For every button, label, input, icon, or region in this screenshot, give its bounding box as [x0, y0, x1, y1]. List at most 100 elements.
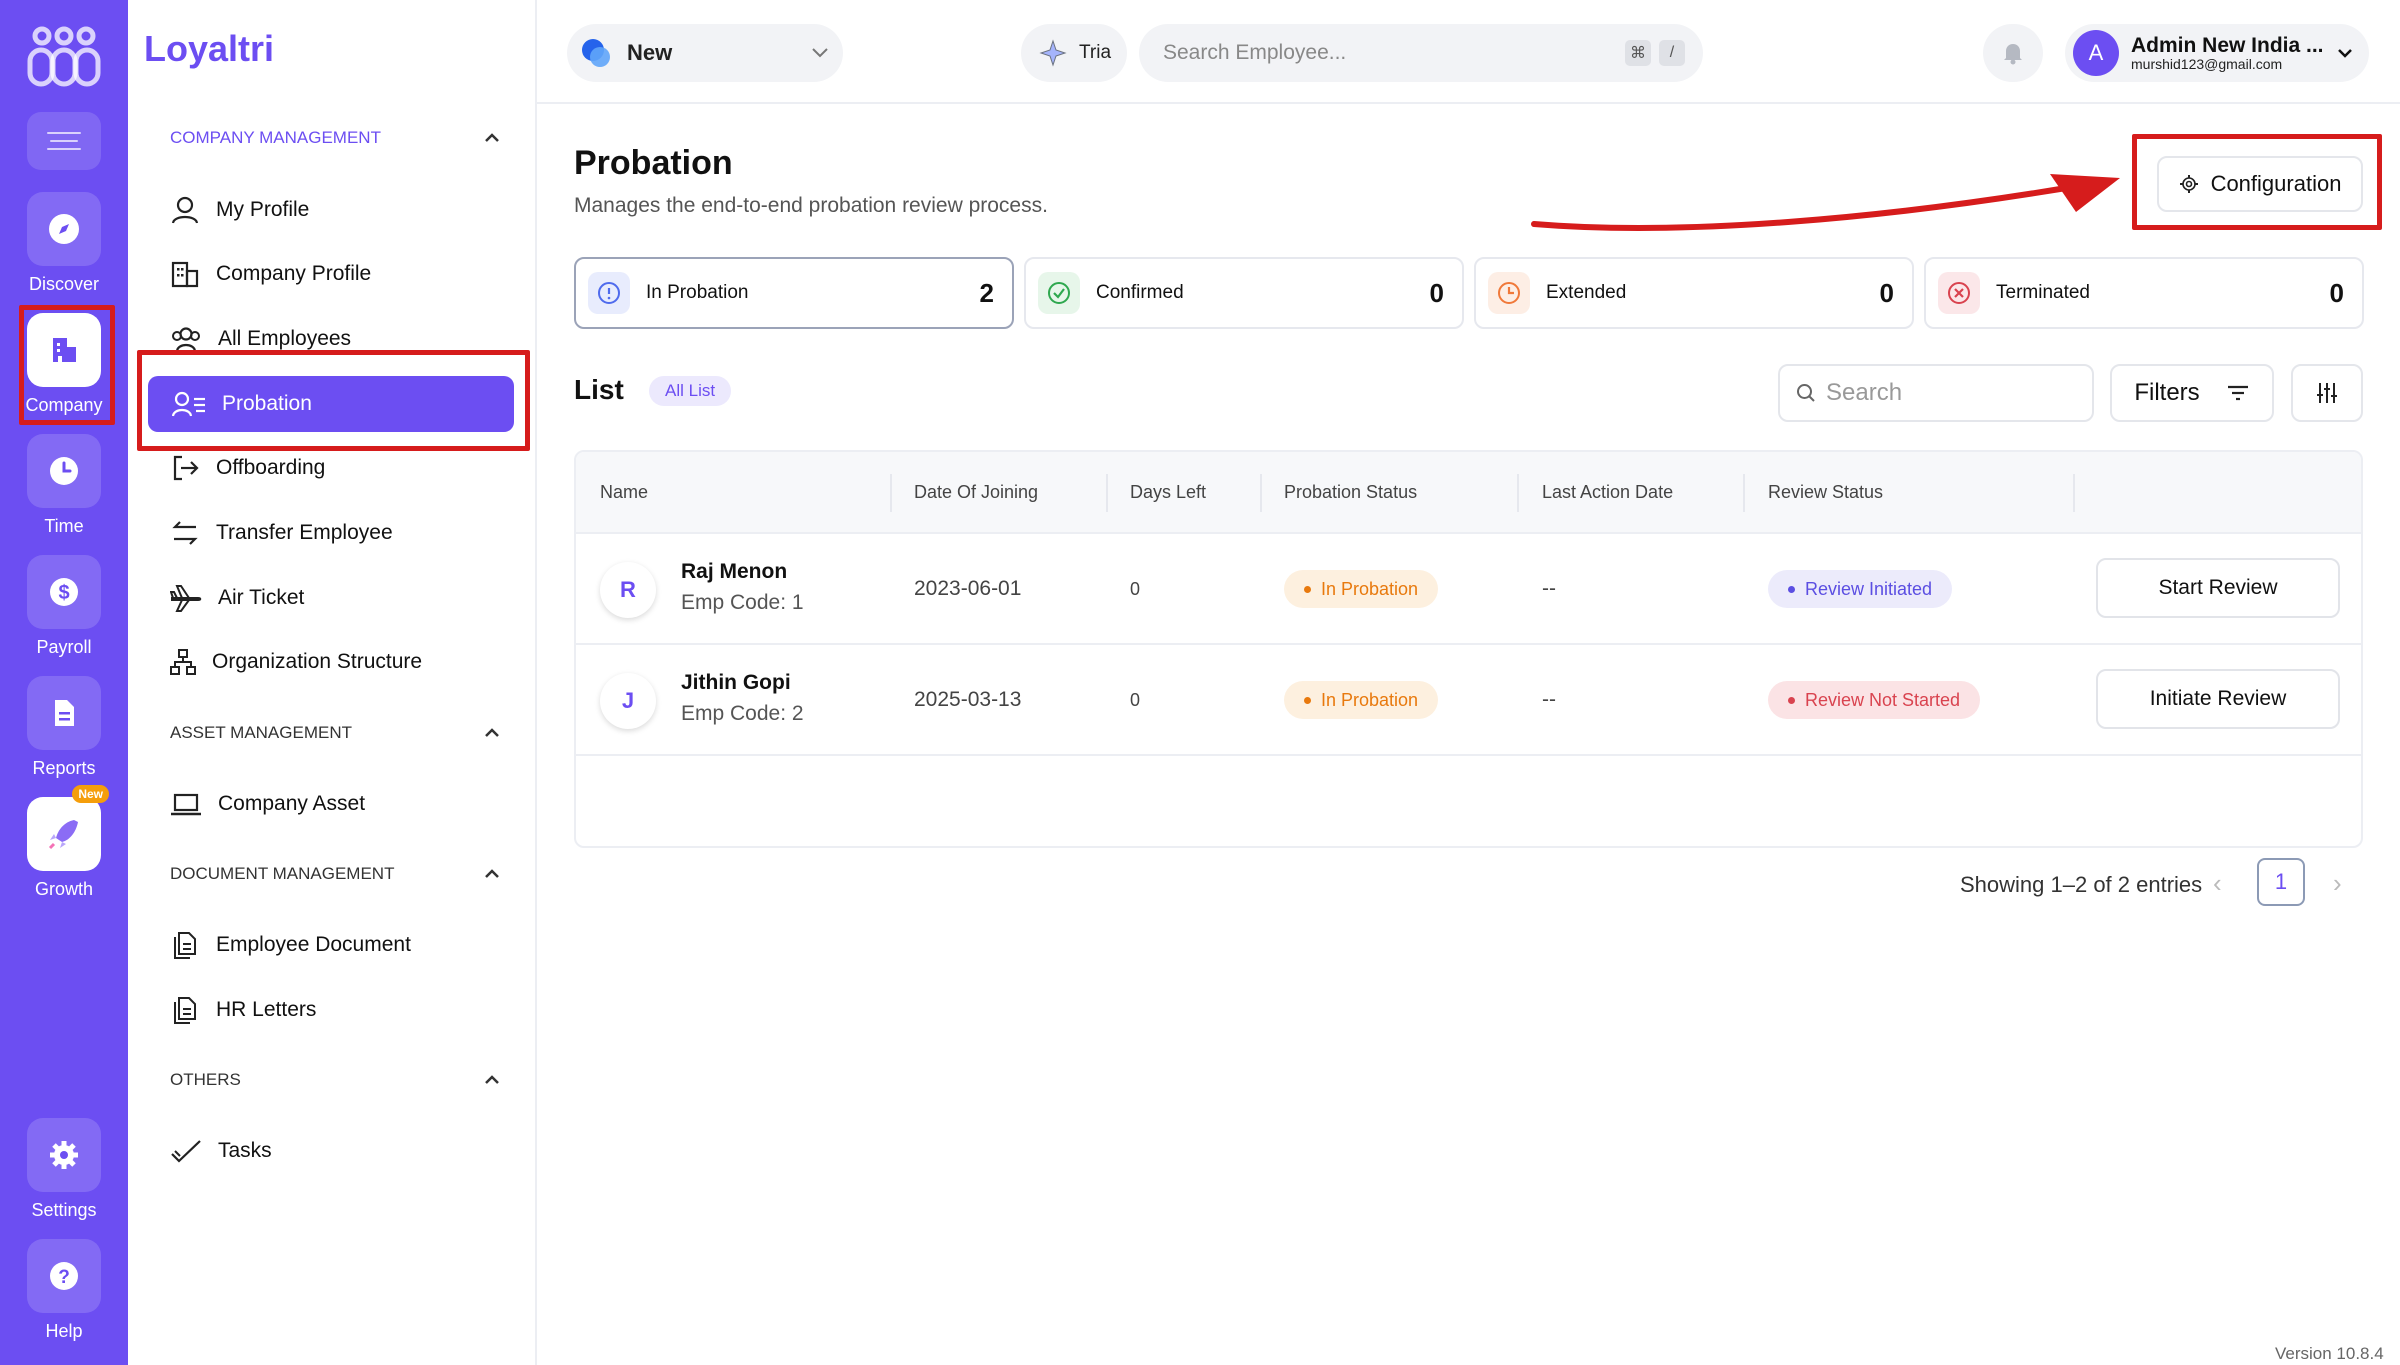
avatar: R: [600, 562, 656, 618]
building-icon: [27, 313, 101, 387]
status-badge: In Probation: [1284, 681, 1439, 719]
documents-icon: [174, 997, 196, 1024]
rail-item-reports[interactable]: Reports: [0, 676, 128, 779]
main-content: Probation Manages the end-to-end probati…: [537, 104, 2400, 1365]
documents-icon: [174, 932, 196, 959]
filters-button[interactable]: Filters: [2110, 364, 2274, 422]
last-action-date: --: [1542, 688, 1556, 711]
sidebar-item-company-profile[interactable]: Company Profile: [170, 246, 534, 302]
sidebar-item-offboarding[interactable]: Offboarding: [170, 440, 534, 496]
user-list-icon: [172, 391, 205, 417]
workspace-logo-icon: [582, 39, 610, 67]
days-left: 0: [1130, 690, 1141, 710]
employee-code: Emp Code: 2: [681, 702, 804, 725]
page-subtitle: Manages the end-to-end probation review …: [574, 194, 1048, 217]
rail-item-time[interactable]: Time: [0, 434, 128, 537]
days-left: 0: [1130, 579, 1141, 599]
annotation-arrow: [1531, 174, 2120, 231]
column-header[interactable]: Name: [600, 482, 648, 503]
app-rail: Discover Company Time $ Payroll Reports …: [0, 0, 128, 1365]
tria-assistant-button[interactable]: Tria: [1021, 24, 1127, 82]
chevron-down-icon: [2338, 49, 2352, 58]
sidebar-item-all-employees[interactable]: All Employees: [170, 311, 534, 367]
next-page-button[interactable]: ›: [2333, 868, 2342, 899]
employee-name[interactable]: Jithin Gopi: [681, 671, 791, 695]
last-action-date: --: [1542, 577, 1556, 600]
sidebar-item-transfer-employee[interactable]: Transfer Employee: [170, 505, 534, 561]
sparkle-icon: [1039, 39, 1067, 67]
page-title: Probation: [574, 144, 733, 182]
employee-name[interactable]: Raj Menon: [681, 560, 787, 584]
rail-menu-toggle[interactable]: [27, 112, 101, 170]
sidebar-item-employee-document[interactable]: Employee Document: [170, 917, 534, 973]
status-badge: In Probation: [1284, 570, 1439, 608]
section-document-management[interactable]: DOCUMENT MANAGEMENT: [170, 864, 500, 884]
stat-confirmed[interactable]: Confirmed 0: [1024, 257, 1464, 329]
section-asset-management[interactable]: ASSET MANAGEMENT: [170, 723, 500, 743]
gear-icon: [2179, 175, 2198, 193]
rail-item-company[interactable]: Company: [0, 313, 128, 416]
column-separator: [1260, 474, 1262, 512]
rail-item-help[interactable]: ? Help: [0, 1239, 128, 1342]
column-header[interactable]: Last Action Date: [1542, 482, 1673, 503]
stat-extended[interactable]: Extended 0: [1474, 257, 1914, 329]
sidebar-item-tasks[interactable]: Tasks: [170, 1123, 534, 1179]
stat-terminated[interactable]: Terminated 0: [1924, 257, 2364, 329]
info-icon: [588, 272, 630, 314]
table-row: R Raj Menon Emp Code: 1 2023-06-01 0 In …: [576, 534, 2361, 645]
column-header[interactable]: Days Left: [1130, 482, 1206, 503]
date-of-joining: 2023-06-01: [914, 577, 1022, 600]
section-company-management[interactable]: COMPANY MANAGEMENT: [170, 128, 500, 148]
rail-item-settings[interactable]: Settings: [0, 1118, 128, 1221]
prev-page-button[interactable]: ‹: [2213, 868, 2222, 899]
probation-table: Name Date Of Joining Days Left Probation…: [574, 450, 2363, 848]
rocket-icon: New: [27, 785, 109, 871]
employee-search-input[interactable]: Search Employee... ⌘ /: [1139, 24, 1703, 82]
check-circle-icon: [1038, 272, 1080, 314]
initiate-review-button[interactable]: Initiate Review: [2096, 669, 2340, 729]
check-icon: [171, 1140, 201, 1163]
chevron-up-icon: [485, 728, 499, 737]
list-search-input[interactable]: Search: [1778, 364, 2094, 422]
rail-item-growth[interactable]: New Growth: [0, 785, 128, 900]
version-label: Version 10.8.4: [2275, 1344, 2384, 1363]
dollar-icon: $: [27, 555, 101, 629]
stat-in-probation[interactable]: In Probation 2: [574, 257, 1014, 329]
sidebar-item-air-ticket[interactable]: Air Ticket: [170, 570, 534, 626]
chevron-down-icon: [812, 48, 828, 58]
column-separator: [890, 474, 892, 512]
user-info: Admin New India ... murshid123@gmail.com: [2131, 33, 2324, 72]
section-others[interactable]: OTHERS: [170, 1070, 500, 1090]
workspace-selector[interactable]: New: [567, 24, 843, 82]
transfer-icon: [172, 521, 198, 545]
sidebar-item-organization-structure[interactable]: Organization Structure: [170, 634, 534, 690]
date-of-joining: 2025-03-13: [914, 688, 1022, 711]
sidebar-item-probation[interactable]: Probation: [148, 376, 514, 432]
sidebar-item-hr-letters[interactable]: HR Letters: [170, 982, 534, 1038]
new-badge: New: [72, 785, 109, 803]
page-number-button[interactable]: 1: [2257, 858, 2305, 906]
configuration-button[interactable]: Configuration: [2157, 156, 2363, 212]
review-status-badge: Review Initiated: [1768, 570, 1953, 608]
filter-icon: [2227, 385, 2248, 401]
column-settings-button[interactable]: [2291, 364, 2363, 422]
notifications-button[interactable]: [1983, 24, 2043, 82]
sidebar-item-company-asset[interactable]: Company Asset: [170, 776, 534, 832]
app-logo[interactable]: [26, 26, 102, 93]
rail-item-discover[interactable]: Discover: [0, 192, 128, 295]
rail-item-payroll[interactable]: $ Payroll: [0, 555, 128, 658]
search-icon: [1797, 384, 1815, 402]
column-header[interactable]: Probation Status: [1284, 482, 1417, 503]
column-header[interactable]: Review Status: [1768, 482, 1883, 503]
sidebar-item-my-profile[interactable]: My Profile: [170, 182, 534, 238]
all-list-filter-chip[interactable]: All List: [649, 376, 732, 406]
user-icon: [171, 196, 199, 224]
chevron-up-icon: [485, 1075, 499, 1084]
column-header[interactable]: Date Of Joining: [914, 482, 1038, 503]
compass-icon: [27, 192, 101, 266]
start-review-button[interactable]: Start Review: [2096, 558, 2340, 618]
building-icon: [171, 261, 199, 288]
column-separator: [2073, 474, 2075, 512]
laptop-icon: [171, 793, 201, 816]
user-menu[interactable]: A Admin New India ... murshid123@gmail.c…: [2065, 24, 2369, 82]
